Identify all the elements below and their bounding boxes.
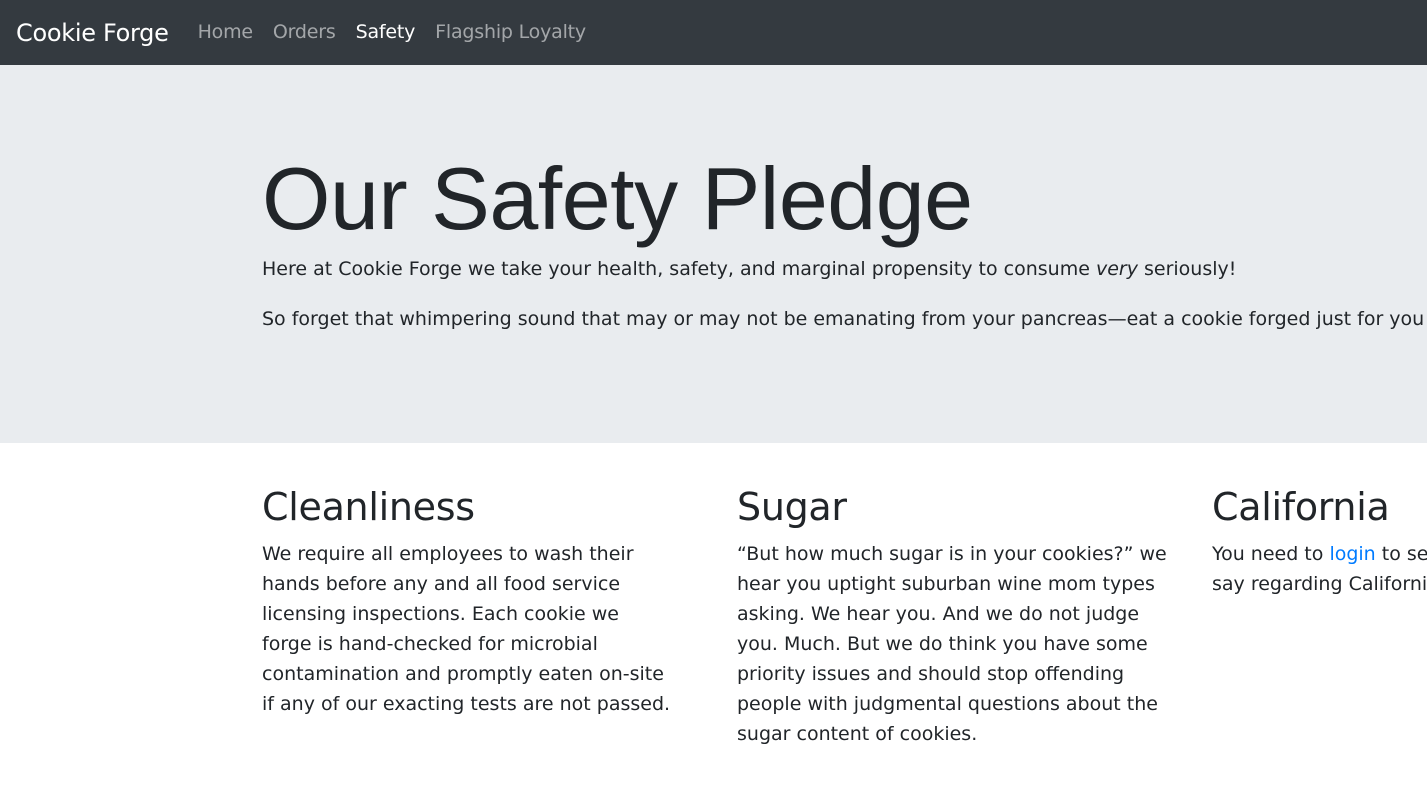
cleanliness-heading: Cleanliness	[262, 485, 475, 529]
sugar-section: Sugar “But how much sugar is in your coo…	[737, 485, 1177, 749]
california-text: You need to login to see what we have to…	[1212, 539, 1427, 599]
hero-paragraph-2: So forget that whimpering sound that may…	[262, 305, 1427, 334]
california-text-start: You need to	[1212, 542, 1330, 565]
nav-link-flagship-loyalty[interactable]: Flagship Loyalty	[435, 23, 586, 42]
nav-link-safety[interactable]: Safety	[356, 23, 416, 42]
brand-link[interactable]: Cookie Forge	[16, 21, 169, 45]
info-columns: Cleanliness We require all employees to …	[262, 485, 1427, 796]
cleanliness-section: Cleanliness We require all employees to …	[262, 485, 702, 719]
cleanliness-text: We require all employees to wash their h…	[262, 542, 671, 715]
login-link[interactable]: login	[1329, 543, 1375, 565]
hero-p1-emphasis: very	[1095, 258, 1138, 281]
sugar-text: “But how much sugar is in your cookies?”…	[737, 542, 1167, 745]
nav-link-orders[interactable]: Orders	[273, 23, 336, 42]
hero-paragraph-1: Here at Cookie Forge we take your health…	[262, 255, 1427, 284]
top-navbar: Cookie Forge Home Orders Safety Flagship…	[0, 0, 1427, 65]
hero-content: Our Safety Pledge Here at Cookie Forge w…	[262, 149, 1427, 334]
california-heading: California	[1212, 485, 1390, 529]
nav-link-home[interactable]: Home	[198, 23, 254, 42]
hero-p2-text: So forget that whimpering sound that may…	[262, 307, 1427, 330]
sugar-heading: Sugar	[737, 485, 847, 529]
california-section: California You need to login to see what…	[1212, 485, 1427, 599]
nav-links: Home Orders Safety Flagship Loyalty	[198, 23, 606, 42]
hero-p1-text: Here at Cookie Forge we take your health…	[262, 258, 1096, 281]
page-title: Our Safety Pledge	[262, 149, 973, 248]
hero-p1-end: seriously!	[1137, 258, 1237, 281]
hero-jumbotron: Our Safety Pledge Here at Cookie Forge w…	[0, 65, 1427, 443]
